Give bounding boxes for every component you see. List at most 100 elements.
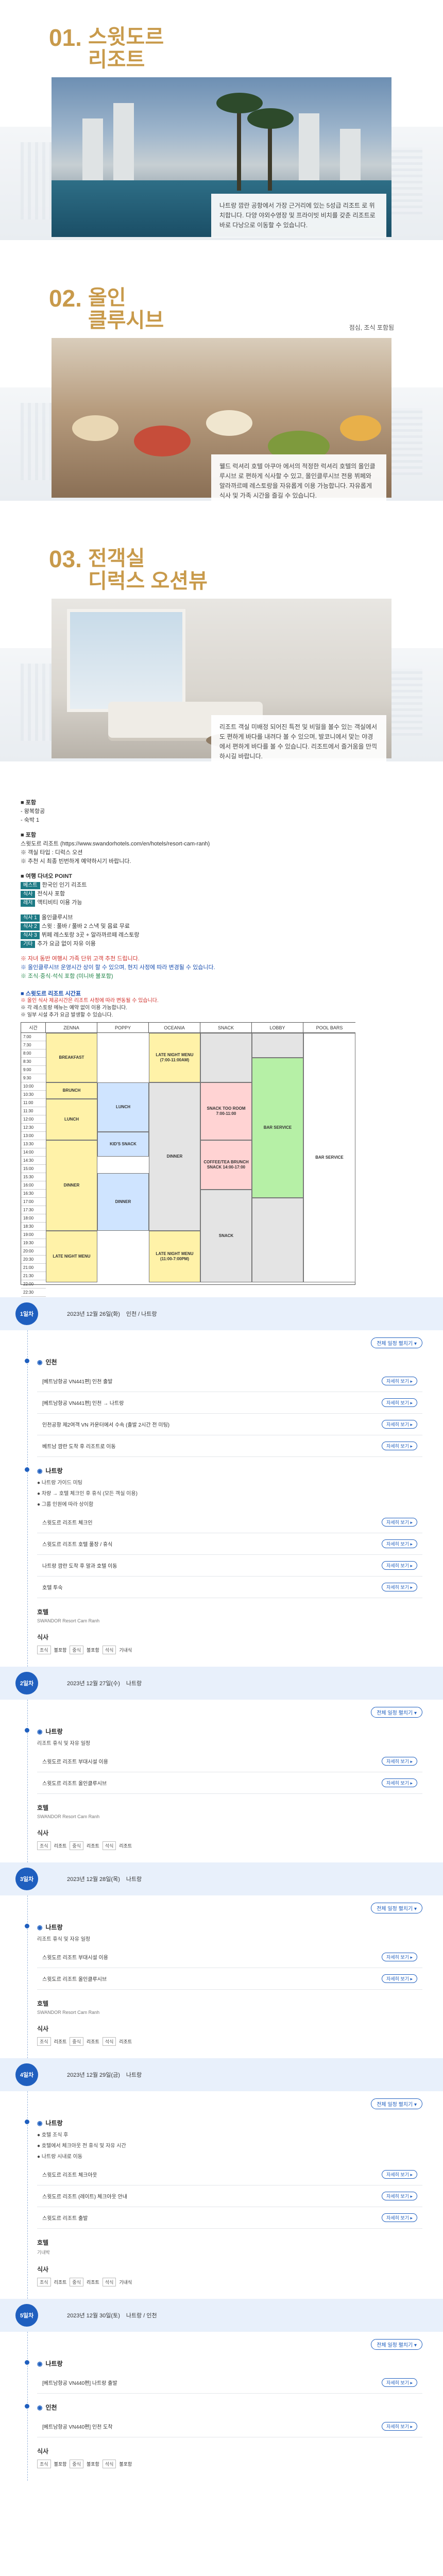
detail-button[interactable]: 자세히 보기 ▸	[382, 1442, 417, 1450]
timetable-column-header: ZENNA	[46, 1023, 97, 1033]
feature-title: 클루시브	[88, 309, 164, 332]
itinerary-item[interactable]: 스윗도르 리조트 부대시설 이용 자세히 보기 ▸	[37, 1946, 422, 1968]
detail-button[interactable]: 자세히 보기 ▸	[382, 2378, 417, 2387]
timetable-time: 21:00	[21, 1264, 46, 1272]
itinerary-item[interactable]: 스윗도르 리조트 출발 자세히 보기 ▸	[37, 2207, 422, 2229]
detail-button[interactable]: 자세히 보기 ▸	[382, 1420, 417, 1429]
meal-value: 기내식	[119, 2280, 132, 2285]
day-header[interactable]: 3일차 2023년 12월 28일(목) 나트랑	[0, 1862, 443, 1895]
region-note: ● 그룹 인원에 따라 상이함	[37, 1502, 94, 1507]
itinerary-item[interactable]: [베트남항공 VN441편] 인천 → 나트랑 자세히 보기 ▸	[37, 1392, 422, 1414]
itinerary-item-label: 인천공항 제2여객 VN 카운터에서 수속 (출발 2시간 전 미팅)	[42, 1422, 170, 1428]
itinerary-item-label: [베트남항공 VN441편] 인천 출발	[42, 1379, 113, 1385]
itinerary-item[interactable]: [베트남항공 VN440편] 인천 도착 자세히 보기 ▸	[37, 2416, 422, 2437]
itinerary-item[interactable]: 베트남 깜란 도착 후 리조트로 이동 자세히 보기 ▸	[37, 1435, 422, 1457]
region-note: ● 나트랑 시내로 이동	[37, 2154, 82, 2160]
expand-all-button[interactable]: 전체 일정 펼치기 ▾	[371, 1337, 422, 1348]
timetable-time: 17:00	[21, 1198, 46, 1206]
expand-all-button[interactable]: 전체 일정 펼치기 ▾	[371, 1707, 422, 1718]
detail-button[interactable]: 자세히 보기 ▸	[382, 1953, 417, 1961]
detail-button[interactable]: 자세히 보기 ▸	[382, 1778, 417, 1787]
timetable-time: 16:00	[21, 1181, 46, 1190]
meal-value: 불포함	[86, 1648, 99, 1653]
detail-button[interactable]: 자세히 보기 ▸	[382, 1561, 417, 1570]
meal-value: 리조트	[86, 1843, 99, 1849]
region-note: ● 차량 → 호텔 체크인 후 휴식 (모든 객실 이용)	[37, 1491, 138, 1497]
region-note: 리조트 휴식 및 자유 일정	[37, 1937, 91, 1942]
feature-ocean-view: 03. 전객실 디럭스 오션뷰 리조트 객실 미배정 되어진 특전 및 비밀을 …	[0, 521, 443, 782]
meal-heading: 식사	[37, 2448, 49, 2455]
feature-number: 02.	[49, 285, 82, 312]
itinerary-item[interactable]: 스윗도르 리조트 체크인 자세히 보기 ▸	[37, 1512, 422, 1533]
expand-all-button[interactable]: 전체 일정 펼치기 ▾	[371, 2098, 422, 2109]
hotel-name: SWANDOR Resort Cam Ranh	[37, 2010, 100, 2015]
timetable-time: 12:30	[21, 1124, 46, 1132]
timetable-block: LUNCH	[46, 1099, 97, 1140]
detail-button[interactable]: 자세히 보기 ▸	[382, 1377, 417, 1385]
meal-label: 조식	[37, 1841, 51, 1850]
itinerary-item-label: 스윗도르 리조트 체크아웃	[42, 2173, 97, 2178]
detail-button[interactable]: 자세히 보기 ▸	[382, 2422, 417, 2431]
itinerary-item[interactable]: [베트남항공 VN440편] 나트랑 출발 자세히 보기 ▸	[37, 2372, 422, 2394]
region-name: 나트랑	[45, 2120, 63, 2127]
info-tag: 레저	[21, 900, 36, 907]
itinerary-item[interactable]: 스윗도르 리조트 호텔 풀장 / 휴식 자세히 보기 ▸	[37, 1533, 422, 1555]
itinerary-item[interactable]: [베트남항공 VN441편] 인천 출발 자세히 보기 ▸	[37, 1370, 422, 1392]
detail-button[interactable]: 자세히 보기 ▸	[382, 1539, 417, 1548]
itinerary-item-label: [베트남항공 VN441편] 인천 → 나트랑	[42, 1401, 124, 1406]
hotel-name: SWANDOR Resort Cam Ranh	[37, 1814, 100, 1819]
timetable-time: 9:00	[21, 1066, 46, 1074]
expand-all-button[interactable]: 전체 일정 펼치기 ▾	[371, 2339, 422, 2350]
timetable-section: ■ 스윗도르 리조트 시간표 ※ 올인 식사 제공시간은 리조트 사정에 따라 …	[0, 989, 443, 1297]
info-line: - 숙박 1	[21, 817, 40, 823]
meal-value: 리조트	[54, 2039, 67, 2044]
timetable-block	[252, 1033, 303, 1058]
day-date: 2023년 12월 27일(수)	[67, 1681, 120, 1687]
timetable-column-header: 시간	[21, 1023, 46, 1033]
detail-button[interactable]: 자세히 보기 ▸	[382, 2170, 417, 2179]
day-route: 나트랑 / 인천	[126, 2313, 157, 2319]
meal-heading: 식사	[37, 2025, 49, 2032]
day-header[interactable]: 4일차 2023년 12월 29일(금) 나트랑	[0, 2058, 443, 2091]
day-header[interactable]: 2일차 2023년 12월 27일(수) 나트랑	[0, 1667, 443, 1700]
meal-row: 조식 리조트 중식 리조트 석식 기내식	[37, 2278, 422, 2286]
timetable-column-header: POOL BARS	[303, 1023, 355, 1033]
detail-button[interactable]: 자세히 보기 ▸	[382, 1398, 417, 1407]
day-header[interactable]: 1일차 2023년 12월 26일(화) 인천 / 나트랑	[0, 1297, 443, 1330]
region-header: ◉ 인천	[25, 2403, 422, 2412]
region-name: 인천	[45, 1359, 57, 1366]
day-header[interactable]: 5일차 2023년 12월 30일(토) 나트랑 / 인천	[0, 2299, 443, 2332]
timetable-time: 11:30	[21, 1107, 46, 1115]
itinerary-item[interactable]: 스윗도르 리조트 부대시설 이용 자세히 보기 ▸	[37, 1751, 422, 1772]
hotel-heading: 호텔	[37, 1608, 49, 1616]
region-header: ◉ 나트랑	[25, 1727, 422, 1736]
region-name: 나트랑	[45, 1467, 63, 1475]
itinerary-item-label: 스윗도르 리조트 올인클루시브	[42, 1977, 107, 1982]
itinerary-item[interactable]: 스윗도르 리조트 체크아웃 자세히 보기 ▸	[37, 2164, 422, 2185]
itinerary-item[interactable]: 스윗도르 리조트 올인클루시브 자세히 보기 ▸	[37, 1772, 422, 1794]
location-pin-icon: ◉	[37, 2404, 43, 2411]
timetable-time: 21:30	[21, 1272, 46, 1280]
itinerary-item[interactable]: 스윗도르 리조트 올인클루시브 자세히 보기 ▸	[37, 1968, 422, 1990]
meal-label: 중식	[70, 2460, 83, 2468]
feature-description: 나트랑 깜란 공항에서 가장 근거리에 있는 5성급 리조트 로 위치합니다. …	[211, 194, 386, 238]
timetable-block: BAR SERVICE	[303, 1033, 355, 1282]
detail-button[interactable]: 자세히 보기 ▸	[382, 1518, 417, 1527]
detail-button[interactable]: 자세히 보기 ▸	[382, 2192, 417, 2200]
detail-button[interactable]: 자세히 보기 ▸	[382, 1583, 417, 1591]
timetable-time: 18:30	[21, 1223, 46, 1231]
expand-all-button[interactable]: 전체 일정 펼치기 ▾	[371, 1903, 422, 1913]
timetable-time: 14:30	[21, 1157, 46, 1165]
detail-button[interactable]: 자세히 보기 ▸	[382, 1974, 417, 1983]
itinerary-item[interactable]: 나트랑 깜란 도착 후 말과 호텔 이동 자세히 보기 ▸	[37, 1555, 422, 1577]
itinerary-item[interactable]: 호텔 투숙 자세히 보기 ▸	[37, 1577, 422, 1598]
timetable-note: ※ 올인 식사 제공시간은 리조트 사정에 따라 변동될 수 있습니다.	[21, 998, 159, 1004]
detail-button[interactable]: 자세히 보기 ▸	[382, 1757, 417, 1766]
meal-value: 리조트	[119, 1843, 132, 1849]
itinerary-item[interactable]: 스윗도르 리조트 (레이트) 체크아웃 안내 자세히 보기 ▸	[37, 2185, 422, 2207]
timetable-block: BREAKFAST	[46, 1033, 97, 1082]
hotel-name: SWANDOR Resort Cam Ranh	[37, 1618, 100, 1623]
itinerary-item[interactable]: 인천공항 제2여객 VN 카운터에서 수속 (출발 2시간 전 미팅) 자세히 보…	[37, 1414, 422, 1435]
itinerary: 1일차 2023년 12월 26일(화) 인천 / 나트랑 전체 일정 펼치기 ▾ ◉ 인…	[0, 1297, 443, 2481]
detail-button[interactable]: 자세히 보기 ▸	[382, 2213, 417, 2222]
